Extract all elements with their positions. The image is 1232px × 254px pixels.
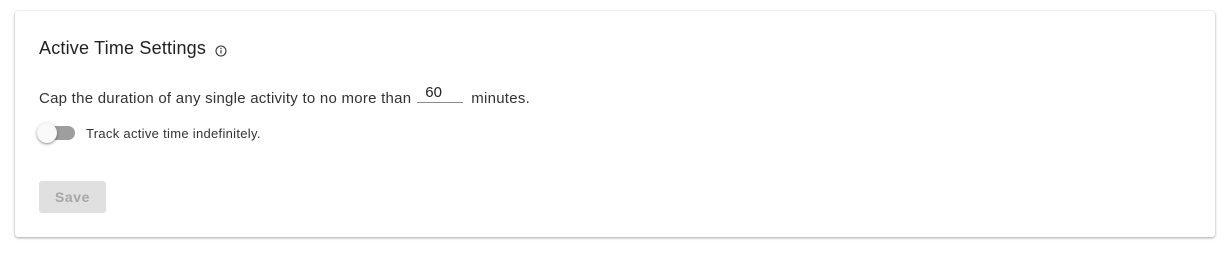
card-header: Active Time Settings	[39, 38, 227, 59]
track-indefinitely-label[interactable]: Track active time indefinitely.	[86, 126, 261, 141]
cap-duration-suffix: minutes.	[471, 90, 530, 107]
cap-duration-setting: Cap the duration of any single activity …	[39, 83, 530, 109]
track-indefinitely-toggle[interactable]	[37, 123, 75, 143]
toggle-thumb	[37, 123, 57, 143]
info-icon[interactable]	[215, 44, 227, 57]
minutes-input[interactable]	[417, 83, 464, 103]
save-button[interactable]: Save	[39, 181, 106, 213]
track-indefinitely-setting: Track active time indefinitely.	[37, 123, 261, 143]
info-circle-icon	[215, 45, 227, 57]
active-time-settings-card: Active Time Settings Cap the duration of…	[15, 11, 1215, 237]
card-title: Active Time Settings	[39, 38, 207, 58]
cap-duration-prefix: Cap the duration of any single activity …	[39, 90, 412, 107]
